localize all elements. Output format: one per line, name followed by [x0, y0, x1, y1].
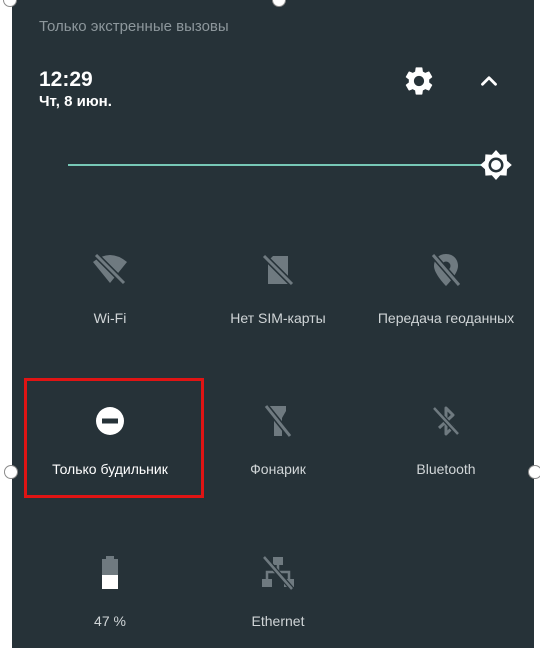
ethernet-off-icon [262, 555, 294, 591]
resize-handle[interactable] [528, 465, 540, 479]
tile-label: Нет SIM-карты [230, 310, 326, 326]
tile-wifi[interactable]: Wi-Fi [26, 250, 194, 328]
flashlight-off-icon [263, 404, 293, 438]
clock-date[interactable]: Чт, 8 июн. [39, 93, 112, 110]
tile-flashlight[interactable]: Фонарик [194, 401, 362, 479]
tile-battery[interactable]: 47 % [26, 553, 194, 631]
tile-location[interactable]: Передача геоданных [362, 250, 530, 328]
gear-icon [405, 67, 433, 95]
brightness-slider-thumb[interactable] [478, 147, 514, 183]
tile-label: 47 % [94, 613, 126, 629]
tile-label: Передача геоданных [377, 310, 515, 326]
settings-button[interactable] [402, 64, 436, 98]
bluetooth-off-icon [432, 406, 460, 436]
carrier-status: Только экстренные вызовы [39, 18, 229, 35]
clock-time[interactable]: 12:29 [39, 68, 93, 92]
wifi-off-icon [93, 252, 127, 286]
tile-label: Фонарик [250, 461, 306, 477]
chevron-up-icon [481, 76, 497, 86]
tile-sim[interactable]: Нет SIM-карты [194, 250, 362, 328]
tile-bluetooth[interactable]: Bluetooth [362, 401, 530, 479]
quick-settings-panel: Только экстренные вызовы 12:29 Чт, 8 июн… [12, 0, 534, 648]
tile-label: Bluetooth [416, 461, 476, 477]
location-off-icon [430, 253, 462, 287]
resize-handle[interactable] [4, 465, 18, 479]
brightness-icon [480, 150, 512, 180]
tile-label: Wi-Fi [93, 310, 127, 326]
no-sim-icon [261, 253, 295, 287]
highlight-box [24, 378, 204, 498]
tile-label: Ethernet [251, 613, 305, 629]
brightness-slider-track[interactable] [68, 164, 484, 166]
collapse-button[interactable] [476, 68, 502, 94]
tile-ethernet[interactable]: Ethernet [194, 553, 362, 631]
battery-icon [102, 556, 118, 589]
